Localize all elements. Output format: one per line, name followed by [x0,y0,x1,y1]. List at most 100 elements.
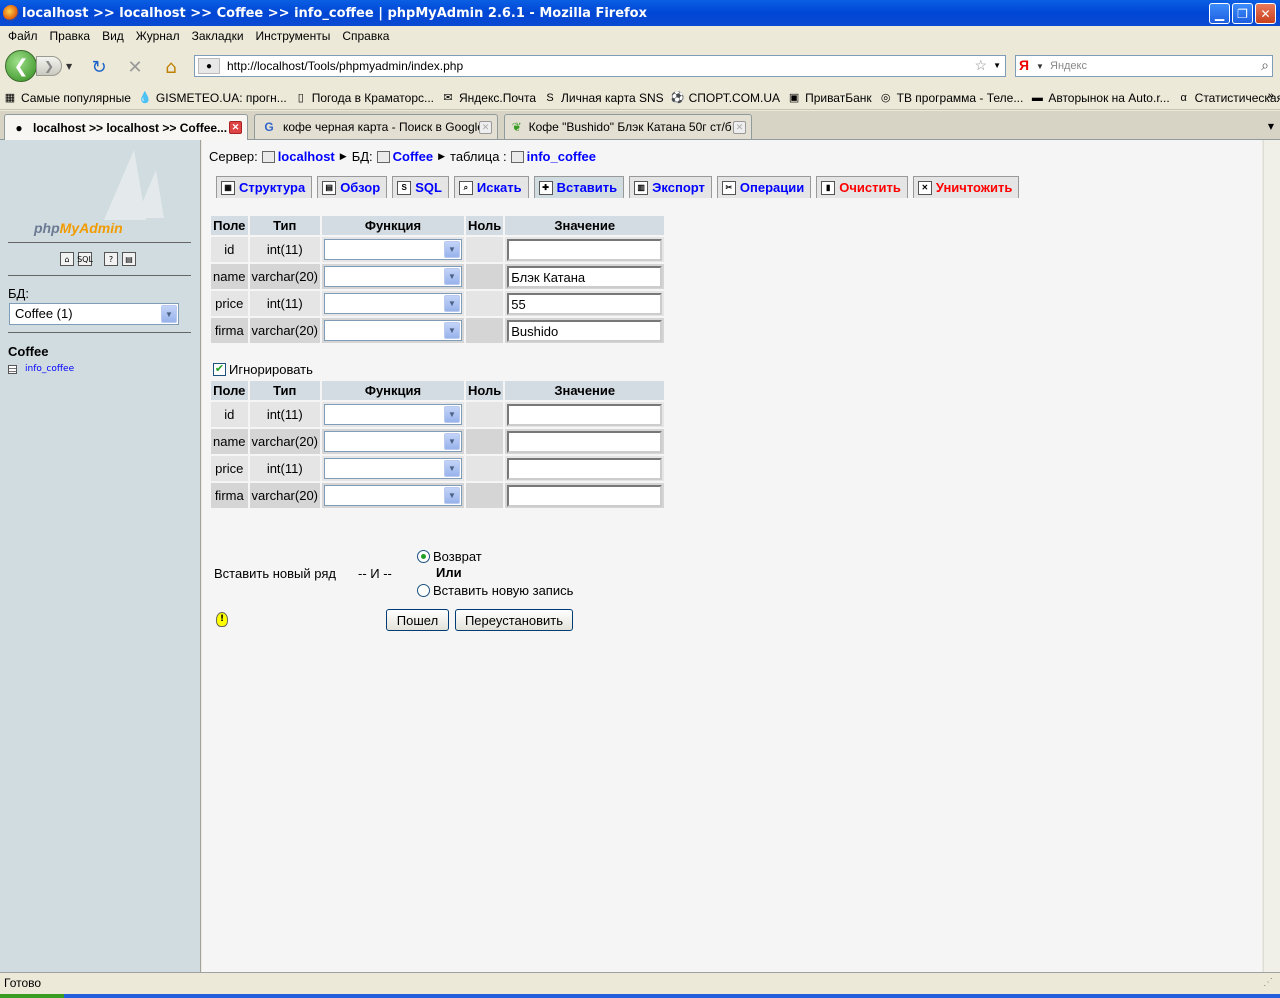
home-icon[interactable]: ⌂ [60,252,74,266]
docs-icon[interactable]: ▤ [122,252,136,266]
function-select[interactable]: ▼ [324,320,462,341]
ignore-checkbox-row[interactable]: ✔ Игнорировать [213,362,313,377]
drop-table-icon: ✕ [917,180,932,195]
forward-button[interactable]: ❯ [36,56,62,76]
back-button[interactable]: ❮ [5,50,37,82]
phpmyadmin-logo[interactable]: phpMyAdmin [34,150,174,240]
bookmark-item[interactable]: ▬ Авторынок на Auto.r... [1027,91,1173,105]
browser-tab-coffee[interactable]: ❦ Кофе "Bushido" Блэк Катана 50г ст/б ..… [504,114,752,139]
ignore-checkbox[interactable]: ✔ [213,363,226,376]
menu-item[interactable]: Закладки [186,29,250,43]
chevron-down-icon: ▼ [444,460,460,477]
minimize-button[interactable]: ▁ [1209,3,1230,24]
history-dropdown-icon[interactable]: ▼ [66,62,72,71]
function-select[interactable]: ▼ [324,293,462,314]
sidebar-table-link[interactable]: info_coffee [8,364,74,374]
table-icon[interactable] [8,364,17,374]
tabs-list-icon[interactable]: ▼ [1262,114,1280,139]
menu-item[interactable]: Вид [96,29,130,43]
resize-grip-icon[interactable]: ⋰ [1263,977,1277,991]
function-select[interactable]: ▼ [324,485,462,506]
magnifier-icon[interactable]: ⌕ [1261,57,1269,74]
tab-trash[interactable]: ▮ Очистить [816,176,908,198]
yandex-icon[interactable]: Я [1019,57,1029,73]
tab-insert[interactable]: ✚ Вставить [533,176,625,198]
menu-item[interactable]: Файл [2,29,44,43]
null-cell [466,456,504,481]
bookmarks-overflow-icon[interactable]: » [1268,90,1274,102]
bookmark-item[interactable]: ▣ ПриватБанк [784,91,876,105]
value-input[interactable]: Bushido [507,319,663,342]
menu-item[interactable]: Журнал [130,29,186,43]
function-select[interactable]: ▼ [324,458,462,479]
maximize-button[interactable]: ❐ [1232,3,1253,24]
vertical-scrollbar[interactable] [1263,140,1280,972]
radio-return[interactable]: Возврат [417,548,573,565]
bookmark-item[interactable]: ◎ ТВ программа - Теле... [876,91,1028,105]
value-input[interactable]: Блэк Катана [507,265,663,288]
tab-export[interactable]: ▥ Экспорт [629,176,712,198]
tv-icon: ◎ [880,91,891,104]
search-engine-dropdown-icon[interactable]: ▼ [1036,62,1044,71]
menu-item[interactable]: Справка [336,29,395,43]
url-dropdown-icon[interactable]: ▼ [993,61,1001,70]
firefox-icon [3,5,19,21]
tab-structure[interactable]: ▦ Структура [216,176,313,198]
breadcrumb-db[interactable]: Coffee [393,149,433,164]
tab-search[interactable]: ⌕ Искать [453,176,529,198]
trash-icon: ▮ [821,180,836,195]
table-row: id int(11) ▼ [211,237,665,262]
db-select[interactable]: Coffee (1) ▼ [9,303,179,325]
breadcrumb-server[interactable]: localhost [278,149,335,164]
radio-insert-another[interactable]: Вставить новую запись [417,582,573,599]
bank-icon: ▣ [788,91,800,104]
search-box[interactable]: Я ▼ Яндекс ⌕ [1015,55,1273,77]
site-identity-icon[interactable]: ● [198,58,220,74]
field-type: varchar(20) [249,318,320,343]
close-button[interactable]: ✕ [1255,3,1276,24]
page-icon: ▯ [297,91,304,104]
table-row: firma varchar(20) ▼ Bushido [211,318,665,343]
browser-tab-phpmyadmin[interactable]: ● localhost >> localhost >> Coffee... ✕ [4,114,248,140]
help-icon[interactable]: ? [104,252,118,266]
url-bar[interactable]: ● http://localhost/Tools/phpmyadmin/inde… [194,55,1006,77]
tab-sql[interactable]: S SQL [392,176,449,198]
bookmark-item[interactable]: ⚽ СПОРТ.COM.UA [668,91,784,105]
value-input[interactable] [507,403,663,426]
reset-button[interactable]: Переустановить [455,609,573,631]
tab-browse[interactable]: ▤ Обзор [317,176,388,198]
bookmark-item[interactable]: S Личная карта SNS [540,91,668,105]
bookmark-item[interactable]: αСтатистическая пом... [1174,91,1280,105]
close-tab-icon[interactable]: ✕ [229,121,242,134]
bookmark-star-icon[interactable]: ☆ [974,57,987,74]
tab-tools[interactable]: ✂ Операции [716,176,812,198]
go-button[interactable]: Пошел [386,609,449,631]
menu-item[interactable]: Правка [44,29,97,43]
close-tab-icon[interactable]: ✕ [733,121,746,134]
bookmark-item[interactable]: ✉ Яндекс.Почта [438,91,540,105]
function-select[interactable]: ▼ [324,266,462,287]
menu-item[interactable]: Инструменты [250,29,337,43]
field-type: varchar(20) [249,429,320,454]
function-select[interactable]: ▼ [324,404,462,425]
stop-icon[interactable]: ✕ [124,56,146,78]
reload-icon[interactable]: ↻ [88,56,110,78]
home-icon[interactable]: ⌂ [160,56,182,78]
value-input[interactable]: 55 [507,292,663,315]
close-tab-icon[interactable]: ✕ [479,121,492,134]
value-input[interactable] [507,238,663,261]
value-input[interactable] [507,457,663,480]
value-input[interactable] [507,484,663,507]
breadcrumb-table[interactable]: info_coffee [527,149,596,164]
browser-tab-google[interactable]: G кофе черная карта - Поиск в Google ✕ [254,114,498,139]
tab-drop-table[interactable]: ✕ Уничтожить [912,176,1020,198]
bookmark-item[interactable]: 💧 GISMETEO.UA: прогн... [135,91,291,105]
bookmark-item[interactable]: ▦ Самые популярные [0,91,135,105]
value-input[interactable] [507,430,663,453]
field-type: int(11) [249,402,320,427]
function-select[interactable]: ▼ [324,431,462,452]
ball-icon: ⚽ [670,91,685,104]
bookmark-item[interactable]: ▯ Погода в Краматорс... [291,91,438,105]
function-select[interactable]: ▼ [324,239,462,260]
sql-query-icon[interactable]: SQL [77,252,93,266]
